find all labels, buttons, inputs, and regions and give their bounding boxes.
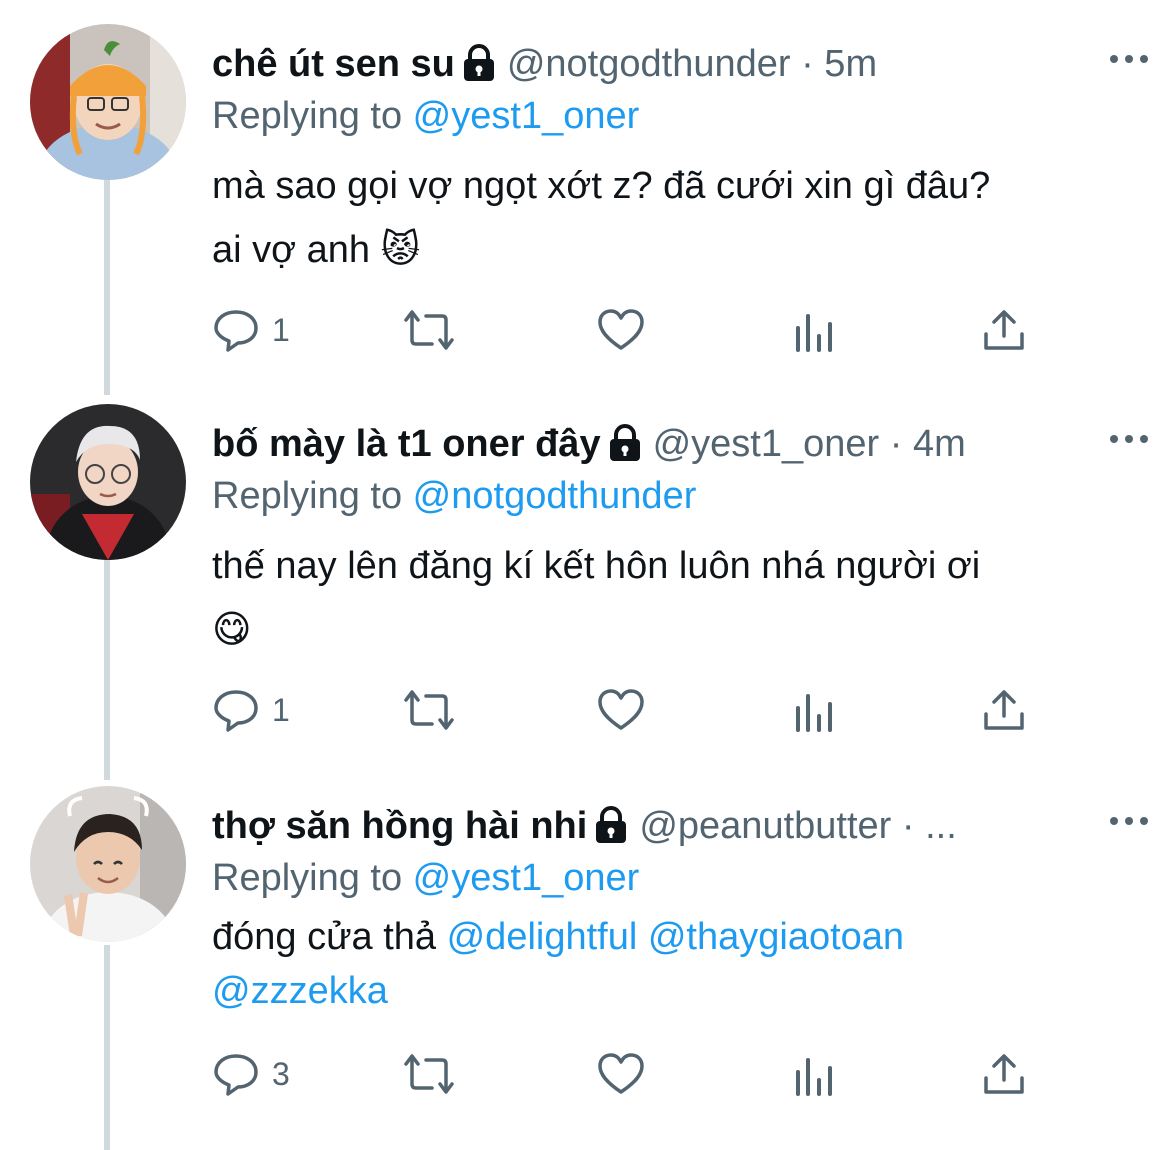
tweet-text-line: @zzzekka xyxy=(212,964,1132,1018)
share-button[interactable] xyxy=(982,300,1026,360)
reply-icon xyxy=(212,686,260,734)
reply-button[interactable]: 3 xyxy=(212,1044,290,1104)
replying-to: Replying to @yest1_oner xyxy=(212,86,639,146)
retweet-icon xyxy=(400,306,458,354)
share-icon xyxy=(982,306,1026,354)
tweet[interactable]: thợ săn hồng hài nhi @peanutbutter · ... … xyxy=(0,786,1170,1146)
reply-count: 3 xyxy=(272,1055,290,1092)
tweet-text-line: thế nay lên đăng kí kết hôn luôn nhá ngư… xyxy=(212,545,981,587)
more-icon[interactable] xyxy=(1110,814,1152,828)
tweet-text: thế nay lên đăng kí kết hôn luôn nhá ngư… xyxy=(212,534,1132,662)
reply-count: 1 xyxy=(272,311,290,348)
tweet-actions: 3 xyxy=(212,1044,1072,1104)
retweet-button[interactable] xyxy=(400,680,458,740)
analytics-icon xyxy=(792,306,836,354)
display-name[interactable]: chê út sen su xyxy=(212,43,455,85)
retweet-icon xyxy=(400,686,458,734)
timestamp[interactable]: · 5m xyxy=(801,43,877,85)
share-button[interactable] xyxy=(982,1044,1026,1104)
analytics-icon xyxy=(792,1050,836,1098)
tweet-header: chê út sen su @notgodthunder · 5m xyxy=(212,34,1150,94)
retweet-button[interactable] xyxy=(400,300,458,360)
tweet-header: bố mày là t1 oner đây @yest1_oner · 4m xyxy=(212,414,1150,474)
timestamp[interactable]: · ... xyxy=(902,805,957,847)
like-button[interactable] xyxy=(596,680,646,740)
reply-icon xyxy=(212,1050,260,1098)
retweet-button[interactable] xyxy=(400,1044,458,1104)
handle[interactable]: @notgodthunder xyxy=(507,43,791,85)
tweet-text-prefix: đóng cửa thả xyxy=(212,916,447,958)
tweet-text-line: 😋 xyxy=(212,609,252,651)
share-icon xyxy=(982,686,1026,734)
replying-prefix: Replying to xyxy=(212,857,413,899)
tweet[interactable]: bố mày là t1 oner đây @yest1_oner · 4m Re… xyxy=(0,404,1170,764)
like-icon xyxy=(596,306,646,354)
replying-prefix: Replying to xyxy=(212,475,413,517)
like-icon xyxy=(596,1050,646,1098)
replying-to-link[interactable]: @yest1_oner xyxy=(413,95,640,137)
tweet-header: thợ săn hồng hài nhi @peanutbutter · ... xyxy=(212,796,1150,856)
mention-link[interactable]: @thaygiaotoan xyxy=(648,916,904,958)
timestamp[interactable]: · 4m xyxy=(890,423,966,465)
avatar[interactable] xyxy=(30,404,186,560)
mention-link[interactable]: @delightful xyxy=(447,916,638,958)
retweet-icon xyxy=(400,1050,458,1098)
tweet-text-line: đóng cửa thả @delightful @thaygiaotoan xyxy=(212,910,1132,964)
display-name[interactable]: bố mày là t1 oner đây xyxy=(212,423,601,465)
display-name[interactable]: thợ săn hồng hài nhi xyxy=(212,805,587,847)
mention-link[interactable]: @zzzekka xyxy=(212,970,388,1012)
replying-to-link[interactable]: @yest1_oner xyxy=(413,857,640,899)
tweet-text-line: ai vợ anh 😾 xyxy=(212,229,421,271)
share-icon xyxy=(982,1050,1026,1098)
tweet-text-line: mà sao gọi vợ ngọt xớt z? đã cưới xin gì… xyxy=(212,165,991,207)
reply-button[interactable]: 1 xyxy=(212,680,290,740)
like-button[interactable] xyxy=(596,300,646,360)
reply-icon xyxy=(212,306,260,354)
replying-prefix: Replying to xyxy=(212,95,413,137)
replying-to: Replying to @yest1_oner xyxy=(212,848,639,908)
replying-to-link[interactable]: @notgodthunder xyxy=(413,475,697,517)
tweet-text: mà sao gọi vợ ngọt xớt z? đã cưới xin gì… xyxy=(212,154,1132,282)
analytics-button[interactable] xyxy=(792,300,836,360)
like-icon xyxy=(596,686,646,734)
replying-to: Replying to @notgodthunder xyxy=(212,466,696,526)
tweet-actions: 1 xyxy=(212,680,1072,740)
tweet[interactable]: chê út sen su @notgodthunder · 5m Replyin… xyxy=(0,24,1170,384)
handle[interactable]: @peanutbutter xyxy=(639,805,891,847)
like-button[interactable] xyxy=(596,1044,646,1104)
more-icon[interactable] xyxy=(1110,432,1152,446)
avatar[interactable] xyxy=(30,24,186,180)
share-button[interactable] xyxy=(982,680,1026,740)
reply-count: 1 xyxy=(272,691,290,728)
analytics-icon xyxy=(792,686,836,734)
analytics-button[interactable] xyxy=(792,680,836,740)
analytics-button[interactable] xyxy=(792,1044,836,1104)
avatar[interactable] xyxy=(30,786,186,942)
tweet-actions: 1 xyxy=(212,300,1072,360)
tweet-text: đóng cửa thả @delightful @thaygiaotoan @… xyxy=(212,910,1132,1018)
reply-button[interactable]: 1 xyxy=(212,300,290,360)
handle[interactable]: @yest1_oner xyxy=(653,423,880,465)
more-icon[interactable] xyxy=(1110,52,1152,66)
